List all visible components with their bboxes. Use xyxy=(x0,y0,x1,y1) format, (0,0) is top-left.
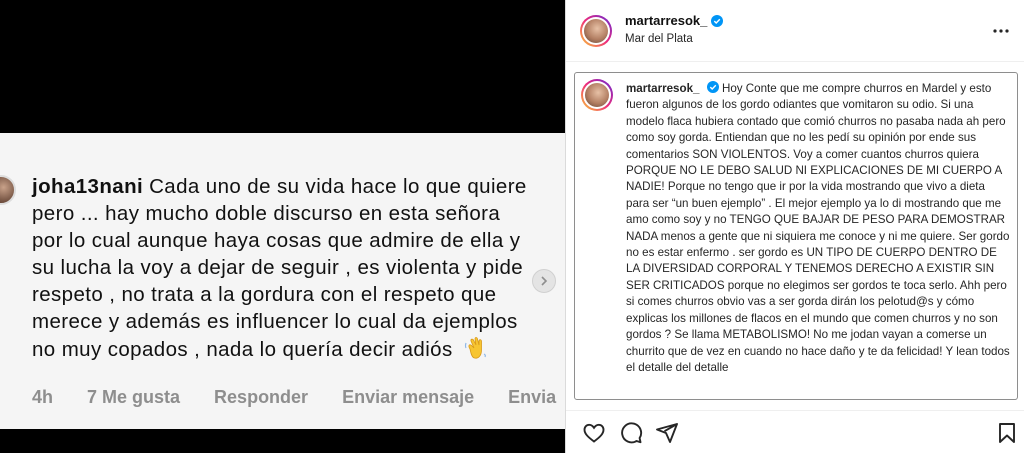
comment-send-message: Enviar mensaje xyxy=(342,387,475,407)
action-bar xyxy=(566,410,1024,453)
comment-meta: 4h 7 Me gusta Responder Enviar mensaje E… xyxy=(32,387,565,408)
waving-hand-icon xyxy=(464,337,486,359)
caption-text: Hoy Conte que me compre churros en Marde… xyxy=(626,82,1010,374)
post-header: martarresok_ Mar del Plata xyxy=(566,0,1024,62)
comment-likes: 7 Me gusta xyxy=(87,387,181,407)
next-arrow-button[interactable] xyxy=(532,269,556,293)
author-avatar[interactable] xyxy=(580,15,612,47)
verified-badge-icon xyxy=(711,14,724,27)
author-username-row[interactable]: martarresok_ xyxy=(625,13,724,28)
caption-text-block: martarresok_ Hoy Conte que me compre chu… xyxy=(626,81,1011,376)
caption-area[interactable]: martarresok_ Hoy Conte que me compre chu… xyxy=(574,72,1018,400)
comment-cut-text: Envia xyxy=(508,387,557,407)
comment-body: joha13nani Cada uno de su vida hace lo qu… xyxy=(32,173,532,363)
post-location[interactable]: Mar del Plata xyxy=(625,33,693,45)
comment-username: joha13nani xyxy=(32,175,144,198)
commenter-avatar xyxy=(0,175,16,205)
caption-username[interactable]: martarresok_ xyxy=(626,82,699,95)
post-media: joha13nani Cada uno de su vida hace lo qu… xyxy=(0,0,565,453)
comment-screenshot: joha13nani Cada uno de su vida hace lo qu… xyxy=(0,133,565,429)
like-heart-icon[interactable] xyxy=(582,421,606,445)
comment-icon[interactable] xyxy=(619,421,643,445)
chevron-right-icon xyxy=(541,276,548,286)
author-username[interactable]: martarresok_ xyxy=(625,13,707,28)
comment-reply: Responder xyxy=(214,387,309,407)
caption-avatar[interactable] xyxy=(581,79,613,111)
more-options-icon[interactable] xyxy=(991,21,1011,41)
verified-badge-icon xyxy=(706,81,719,93)
share-send-icon[interactable] xyxy=(655,421,679,445)
comment-text: Cada uno de su vida hace lo que quiere p… xyxy=(32,175,527,361)
post-panel: martarresok_ Mar del Plata martarresok_ … xyxy=(565,0,1024,453)
save-bookmark-icon[interactable] xyxy=(995,421,1019,445)
comment-time: 4h xyxy=(32,387,54,407)
